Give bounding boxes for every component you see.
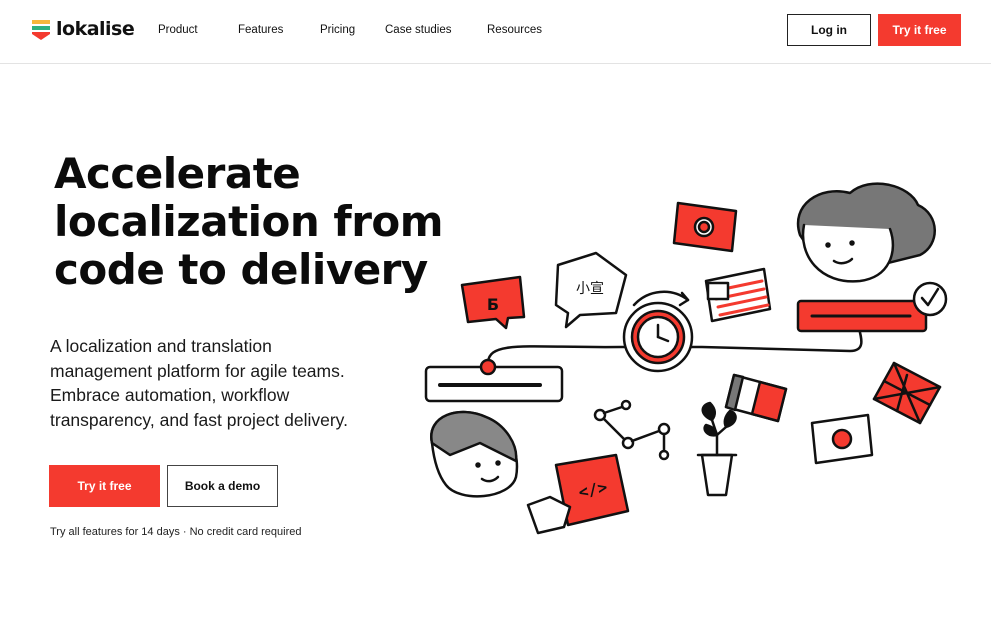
hero-title-line: localization from	[54, 197, 444, 246]
login-button[interactable]: Log in	[787, 14, 871, 46]
hero-subtitle-line: management platform for agile teams.	[50, 360, 345, 381]
nav-item-resources[interactable]: Resources	[487, 24, 542, 36]
nav-item-features[interactable]: Features	[238, 24, 283, 36]
hero-subtitle-line: A localization and translation	[50, 336, 272, 356]
lokalise-logo[interactable]: lokalise	[32, 18, 135, 40]
hero-title-line: Accelerate	[54, 149, 301, 198]
nav-item-case-studies[interactable]: Case studies	[385, 24, 451, 36]
hero-title-line: code to delivery	[54, 245, 428, 294]
hero-title: Accelerate localization from code to del…	[54, 150, 454, 294]
trial-note: Try all features for 14 days · No credit…	[50, 526, 302, 538]
hero-illustration: Б 小宣 </>	[424, 182, 948, 535]
nav-item-product[interactable]: Product	[158, 24, 198, 36]
logo-wordmark: lokalise	[56, 18, 135, 40]
hero-subtitle-line: transparency, and fast project delivery.	[50, 409, 348, 430]
book-demo-button[interactable]: Book a demo	[167, 465, 278, 507]
try-it-free-hero-button[interactable]: Try it free	[49, 465, 160, 507]
lokalise-logo-icon	[32, 20, 50, 40]
chinese-glyph: 小宣	[576, 281, 604, 297]
cyrillic-glyph: Б	[487, 295, 499, 314]
nav-item-pricing[interactable]: Pricing	[320, 24, 355, 36]
top-navigation-bar: lokalise Product Features Pricing Case s…	[0, 0, 991, 64]
hero-subtitle: A localization and translation managemen…	[50, 334, 390, 432]
hero-subtitle-line: Embrace automation, workflow	[50, 385, 290, 405]
try-it-free-header-button[interactable]: Try it free	[878, 14, 961, 46]
